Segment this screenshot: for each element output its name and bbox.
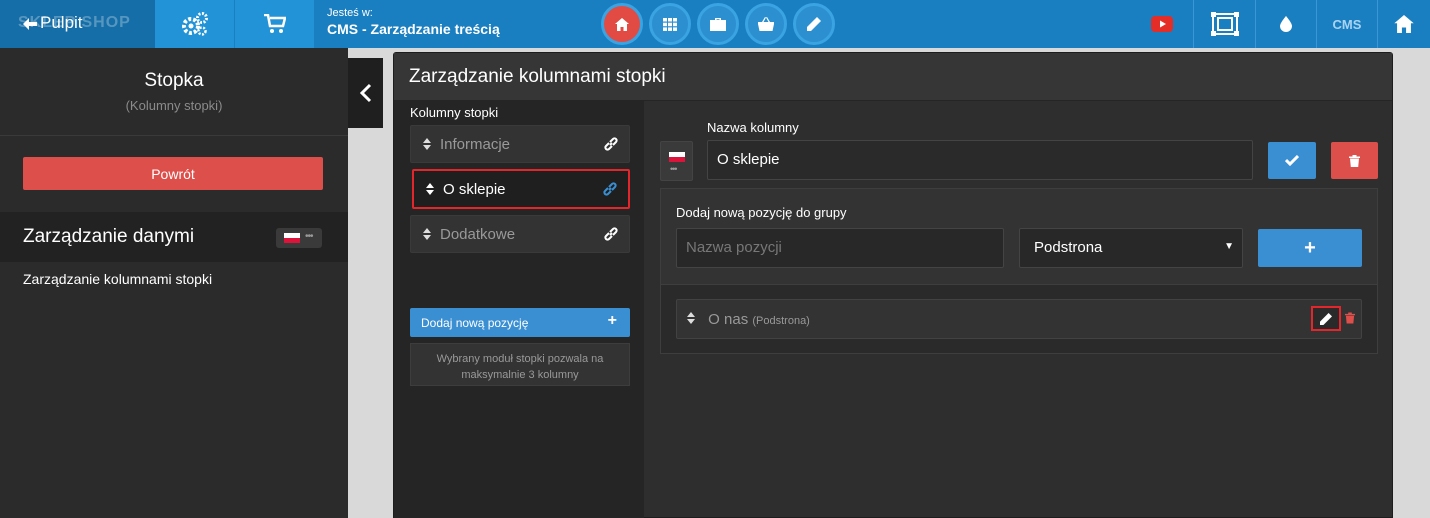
- item-name: O nas: [708, 311, 749, 328]
- grid-icon: [663, 17, 677, 31]
- sort-icon: [426, 183, 434, 195]
- pencil-icon: [1320, 312, 1332, 325]
- add-column-button[interactable]: Dodaj nową pozycję +: [410, 308, 630, 337]
- home-icon: [615, 17, 629, 31]
- data-management-header: Zarządzanie danymi •••: [0, 212, 348, 262]
- data-management-title: Zarządzanie danymi: [23, 226, 195, 247]
- cart-button[interactable]: [235, 0, 315, 48]
- columns-label: Kolumny stopki: [410, 105, 499, 120]
- trash-icon: [1349, 154, 1360, 167]
- sort-icon: [423, 138, 431, 150]
- arrow-left-icon: [23, 18, 37, 30]
- home-nav-button[interactable]: [601, 3, 643, 45]
- add-item-button[interactable]: +: [1258, 229, 1362, 267]
- position-type-select[interactable]: Podstrona ▼: [1019, 228, 1243, 268]
- settings-button[interactable]: [155, 0, 235, 48]
- sidebar: Stopka (Kolumny stopki) Powrót Zarządzan…: [0, 48, 348, 518]
- poland-flag-icon: [284, 233, 300, 243]
- group-section: Dodaj nową pozycję do grupy Nazwa pozycj…: [660, 188, 1378, 354]
- sort-icon: [423, 228, 431, 240]
- check-icon: [1285, 155, 1299, 166]
- home-icon: [1394, 15, 1414, 33]
- cms-label: CMS: [1332, 16, 1362, 32]
- home-button[interactable]: [1377, 0, 1430, 48]
- edit-button[interactable]: [1311, 306, 1341, 331]
- list-item[interactable]: O nas (Podstrona): [676, 299, 1362, 339]
- basket-icon: [758, 17, 774, 31]
- back-button[interactable]: Powrót: [23, 157, 323, 190]
- grid-nav-button[interactable]: [649, 3, 691, 45]
- basket-nav-button[interactable]: [745, 3, 787, 45]
- caret-down-icon: ▼: [1224, 241, 1234, 252]
- location-indicator: Jesteś w: CMS - Zarządzanie treścią: [327, 7, 500, 37]
- poland-flag-icon: [669, 152, 685, 162]
- fullscreen-button[interactable]: [1193, 0, 1255, 48]
- column-name-input[interactable]: O sklepie: [707, 140, 1253, 180]
- item-type: (Podstrona): [752, 315, 810, 327]
- column-item-informacje[interactable]: Informacje: [410, 125, 630, 163]
- back-label: Pulpit: [40, 13, 83, 32]
- language-selector[interactable]: •••: [276, 228, 322, 248]
- main-panel: Zarządzanie kolumnami stopki Kolumny sto…: [393, 52, 1393, 518]
- theme-button[interactable]: [1255, 0, 1316, 48]
- expand-icon: [1210, 12, 1239, 36]
- briefcase-icon: [710, 17, 726, 31]
- collapse-sidebar-button[interactable]: [348, 58, 383, 128]
- language-selector[interactable]: •••: [660, 141, 693, 181]
- delete-button[interactable]: [1331, 142, 1378, 179]
- plus-icon: +: [607, 312, 617, 329]
- drop-icon: [1280, 16, 1292, 32]
- youtube-button[interactable]: [1131, 0, 1193, 48]
- trash-icon[interactable]: [1345, 312, 1355, 324]
- pencil-nav-button[interactable]: [793, 3, 835, 45]
- selected-type: Podstrona: [1034, 239, 1103, 256]
- back-to-dashboard[interactable]: SKLEP SHOP Pulpit: [0, 0, 155, 48]
- position-name-input[interactable]: Nazwa pozycji: [676, 228, 1004, 268]
- more-icon: •••: [305, 231, 313, 242]
- briefcase-nav-button[interactable]: [697, 3, 739, 45]
- settings-icon: [181, 12, 208, 36]
- more-icon: •••: [670, 164, 678, 174]
- column-item-o-sklepie[interactable]: O sklepie: [412, 169, 630, 209]
- sidebar-header: Stopka (Kolumny stopki): [0, 48, 348, 136]
- sidebar-subtitle: (Kolumny stopki): [125, 98, 223, 113]
- chevron-left-icon: [359, 83, 371, 103]
- columns-list: Kolumny stopki Informacje O sklepie Doda…: [394, 101, 644, 518]
- link-icon[interactable]: [604, 137, 618, 151]
- panel-title: Zarządzanie kolumnami stopki: [394, 53, 1392, 101]
- column-label: Informacje: [440, 135, 511, 153]
- group-label: Dodaj nową pozycję do grupy: [676, 205, 847, 220]
- cms-button[interactable]: CMS: [1316, 0, 1377, 48]
- link-icon[interactable]: [603, 182, 617, 196]
- top-bar: SKLEP SHOP Pulpit Jesteś w: CMS - Zarząd…: [0, 0, 1430, 48]
- save-button[interactable]: [1268, 142, 1316, 179]
- add-column-label: Dodaj nową pozycję: [421, 316, 529, 330]
- sidebar-title: Stopka: [144, 70, 204, 91]
- sort-icon: [687, 312, 695, 324]
- pencil-icon: [807, 17, 821, 31]
- add-item-form: Dodaj nową pozycję do grupy Nazwa pozycj…: [661, 189, 1377, 285]
- column-label: Dodatkowe: [440, 225, 516, 243]
- columns-limit-info: Wybrany moduł stopki pozwala na maksymal…: [410, 343, 630, 386]
- column-label: O sklepie: [443, 180, 506, 198]
- plus-icon: +: [1304, 236, 1316, 259]
- column-item-dodatkowe[interactable]: Dodatkowe: [410, 215, 630, 253]
- column-name-label: Nazwa kolumny: [707, 120, 799, 135]
- sidebar-link-footer-columns[interactable]: Zarządzanie kolumnami stopki: [23, 271, 212, 287]
- location-value: CMS - Zarządzanie treścią: [327, 21, 500, 37]
- location-label: Jesteś w:: [327, 7, 373, 19]
- youtube-icon: [1151, 16, 1173, 32]
- link-icon[interactable]: [604, 227, 618, 241]
- cart-icon: [263, 14, 286, 33]
